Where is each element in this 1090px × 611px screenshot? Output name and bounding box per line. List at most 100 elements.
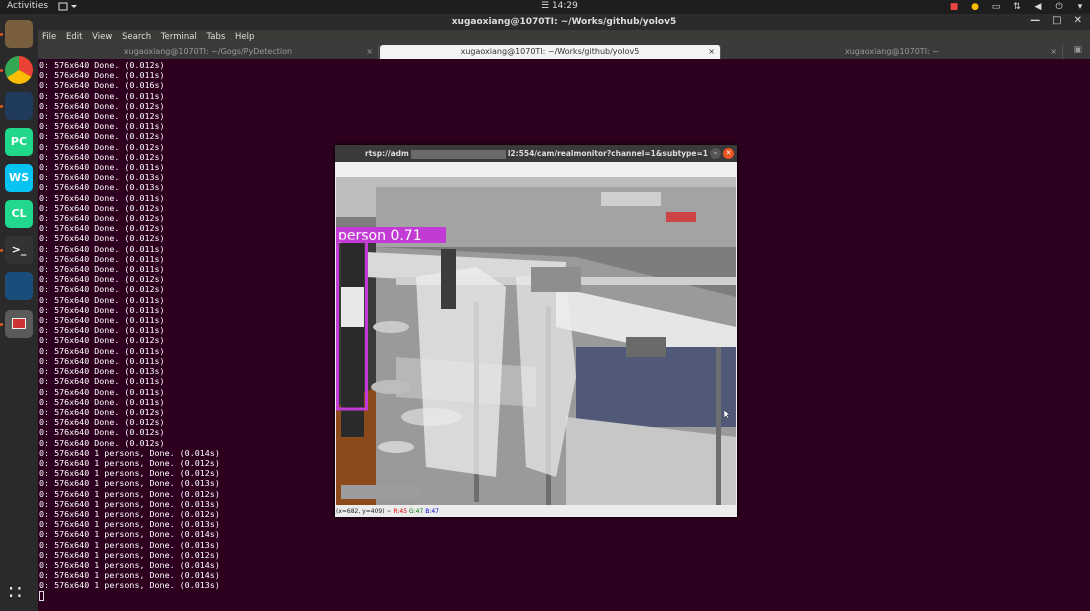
dock-icon-label: CL [11, 207, 27, 220]
running-indicator [0, 33, 3, 36]
tab-label: xugaoxiang@1070TI: ~/Works/github/yolov5 [460, 47, 640, 56]
terminal-line: 0: 576x640 1 persons, Done. (0.012s) [39, 457, 220, 468]
terminal-line: 0: 576x640 Done. (0.011s) [39, 162, 165, 173]
opencv-dot [12, 318, 26, 329]
terminal-line: 0: 576x640 Done. (0.011s) [39, 70, 165, 81]
terminal-line: 0: 576x640 Done. (0.011s) [39, 253, 165, 264]
menu-help[interactable]: Help [235, 32, 254, 42]
menu-tabs[interactable]: Tabs [207, 32, 226, 42]
opencv-window-icon[interactable] [5, 310, 33, 338]
close-icon[interactable]: × [366, 45, 373, 58]
terminal-line: 0: 576x640 1 persons, Done. (0.013s) [39, 519, 220, 530]
running-indicator [0, 323, 3, 326]
mouse-pointer-icon [724, 410, 730, 419]
pixel-green: G:47 [408, 508, 424, 515]
terminal-line: 0: 576x640 Done. (0.011s) [39, 345, 165, 356]
terminal-line: 0: 576x640 Done. (0.012s) [39, 151, 165, 162]
terminal-line: 0: 576x640 Done. (0.012s) [39, 437, 165, 448]
terminal-line: 0: 576x640 1 persons, Done. (0.014s) [39, 447, 220, 458]
new-tab-icon[interactable]: ▣ [1073, 45, 1082, 55]
terminal-line: 0: 576x640 Done. (0.013s) [39, 182, 165, 193]
tab-pydetection[interactable]: xugaoxiang@1070TI: ~/Gogs/PyDetection × [38, 45, 379, 59]
terminal-line: 0: 576x640 Done. (0.012s) [39, 100, 165, 111]
close-icon[interactable]: × [708, 45, 715, 58]
minimize-icon[interactable]: — [1030, 16, 1040, 26]
minimize-icon[interactable]: – [710, 148, 721, 159]
terminal-line: 0: 576x640 Done. (0.012s) [39, 427, 165, 438]
camera-icon[interactable]: ■ [948, 2, 960, 12]
terminal-line: 0: 576x640 1 persons, Done. (0.014s) [39, 529, 220, 540]
terminal-line: 0: 576x640 1 persons, Done. (0.013s) [39, 539, 220, 550]
opencv-window[interactable]: rtsp://adm l2:554/cam/realmonitor?channel… [335, 145, 737, 517]
terminal-line: 0: 576x640 Done. (0.012s) [39, 284, 165, 295]
show-applications-icon[interactable]: ∷ [9, 580, 22, 604]
keyboard-icon[interactable]: ▭ [990, 2, 1002, 12]
terminal-line: 0: 576x640 Done. (0.011s) [39, 90, 165, 101]
running-indicator [0, 105, 3, 108]
terminal-line: 0: 576x640 1 persons, Done. (0.012s) [39, 488, 220, 499]
clock[interactable]: ☰ 14:29 [541, 1, 591, 11]
tab-label: xugaoxiang@1070TI: ~ [845, 47, 939, 56]
chevron-down-icon[interactable]: ▾ [1074, 2, 1086, 12]
terminal-line: 0: 576x640 Done. (0.012s) [39, 335, 165, 346]
terminal-line: 0: 576x640 Done. (0.011s) [39, 304, 165, 315]
top-panel: Activities ☰ 14:29 ■ ● ▭ ⇅ ◀ ⏻ ▾ [0, 0, 1090, 14]
mysql-workbench-icon[interactable] [5, 272, 33, 300]
terminal-line: 0: 576x640 1 persons, Done. (0.013s) [39, 498, 220, 509]
terminal-cursor [39, 591, 44, 601]
terminal-line: 0: 576x640 Done. (0.012s) [39, 202, 165, 213]
webstorm-icon[interactable]: WS [5, 164, 33, 192]
dock-icon-label: PC [10, 135, 28, 148]
chrome-icon[interactable]: ● [969, 2, 981, 12]
tab-home[interactable]: xugaoxiang@1070TI: ~ × [722, 45, 1063, 59]
files-icon[interactable] [5, 20, 33, 48]
terminal-line: 0: 576x640 Done. (0.013s) [39, 172, 165, 183]
clion-icon[interactable]: CL [5, 200, 33, 228]
dock-icon-label: WS [8, 171, 30, 184]
terminal-line: 0: 576x640 Done. (0.016s) [39, 80, 165, 91]
pixel-blue: B:47 [425, 508, 439, 515]
app-menu-icon[interactable] [57, 0, 79, 13]
activities-button[interactable]: Activities [7, 1, 48, 11]
terminal-titlebar: xugaoxiang@1070TI: ~/Works/github/yolov5… [38, 14, 1090, 30]
opencv-status-bar: (x=682, y=409) ~ R:45 G:47 B:47 [336, 508, 439, 515]
menu-search[interactable]: Search [122, 32, 151, 42]
terminal-line: 0: 576x640 Done. (0.012s) [39, 223, 165, 234]
tab-yolov5[interactable]: xugaoxiang@1070TI: ~/Works/github/yolov5… [380, 45, 721, 59]
camera-frame[interactable]: person 0.71 [336, 177, 736, 505]
menu-file[interactable]: File [42, 32, 56, 42]
running-indicator [0, 69, 3, 72]
menu-view[interactable]: View [92, 32, 112, 42]
terminal-line: 0: 576x640 Done. (0.011s) [39, 376, 165, 387]
power-icon[interactable]: ⏻ [1053, 2, 1065, 12]
close-icon[interactable]: ✕ [723, 148, 734, 159]
terminal-line: 0: 576x640 1 persons, Done. (0.014s) [39, 570, 220, 581]
terminal-line: 0: 576x640 Done. (0.012s) [39, 131, 165, 142]
menu-bar: File Edit View Search Terminal Tabs Help [38, 30, 1090, 44]
opencv-toolbar [336, 162, 736, 177]
clock-label: 14:29 [551, 1, 578, 11]
pycharm-icon[interactable]: PC [5, 128, 33, 156]
terminal-line: 0: 576x640 Done. (0.011s) [39, 355, 165, 366]
dock: PC WS CL >_ ∷ [0, 14, 38, 611]
terminal-line: 0: 576x640 1 persons, Done. (0.012s) [39, 549, 220, 560]
terminal-line: 0: 576x640 1 persons, Done. (0.012s) [39, 468, 220, 479]
terminal-icon[interactable]: >_ [5, 236, 33, 264]
terminal-line: 0: 576x640 Done. (0.012s) [39, 233, 165, 244]
system-tray: ■ ● ▭ ⇅ ◀ ⏻ ▾ [948, 0, 1086, 14]
running-indicator [0, 249, 3, 252]
screen-recorder-icon[interactable] [5, 92, 33, 120]
menu-terminal[interactable]: Terminal [161, 32, 197, 42]
terminal-line: 0: 576x640 Done. (0.012s) [39, 141, 165, 152]
chrome-icon[interactable] [5, 56, 33, 84]
terminal-line: 0: 576x640 Done. (0.013s) [39, 366, 165, 377]
menu-edit[interactable]: Edit [66, 32, 82, 42]
terminal-line: 0: 576x640 Done. (0.012s) [39, 60, 165, 70]
terminal-line: 0: 576x640 Done. (0.011s) [39, 315, 165, 326]
volume-icon[interactable]: ◀ [1032, 2, 1044, 12]
terminal-line: 0: 576x640 1 persons, Done. (0.012s) [39, 508, 220, 519]
close-icon[interactable]: × [1050, 45, 1057, 58]
close-icon[interactable]: ✕ [1074, 16, 1082, 26]
maximize-icon[interactable]: □ [1052, 16, 1061, 26]
network-icon[interactable]: ⇅ [1011, 2, 1023, 12]
